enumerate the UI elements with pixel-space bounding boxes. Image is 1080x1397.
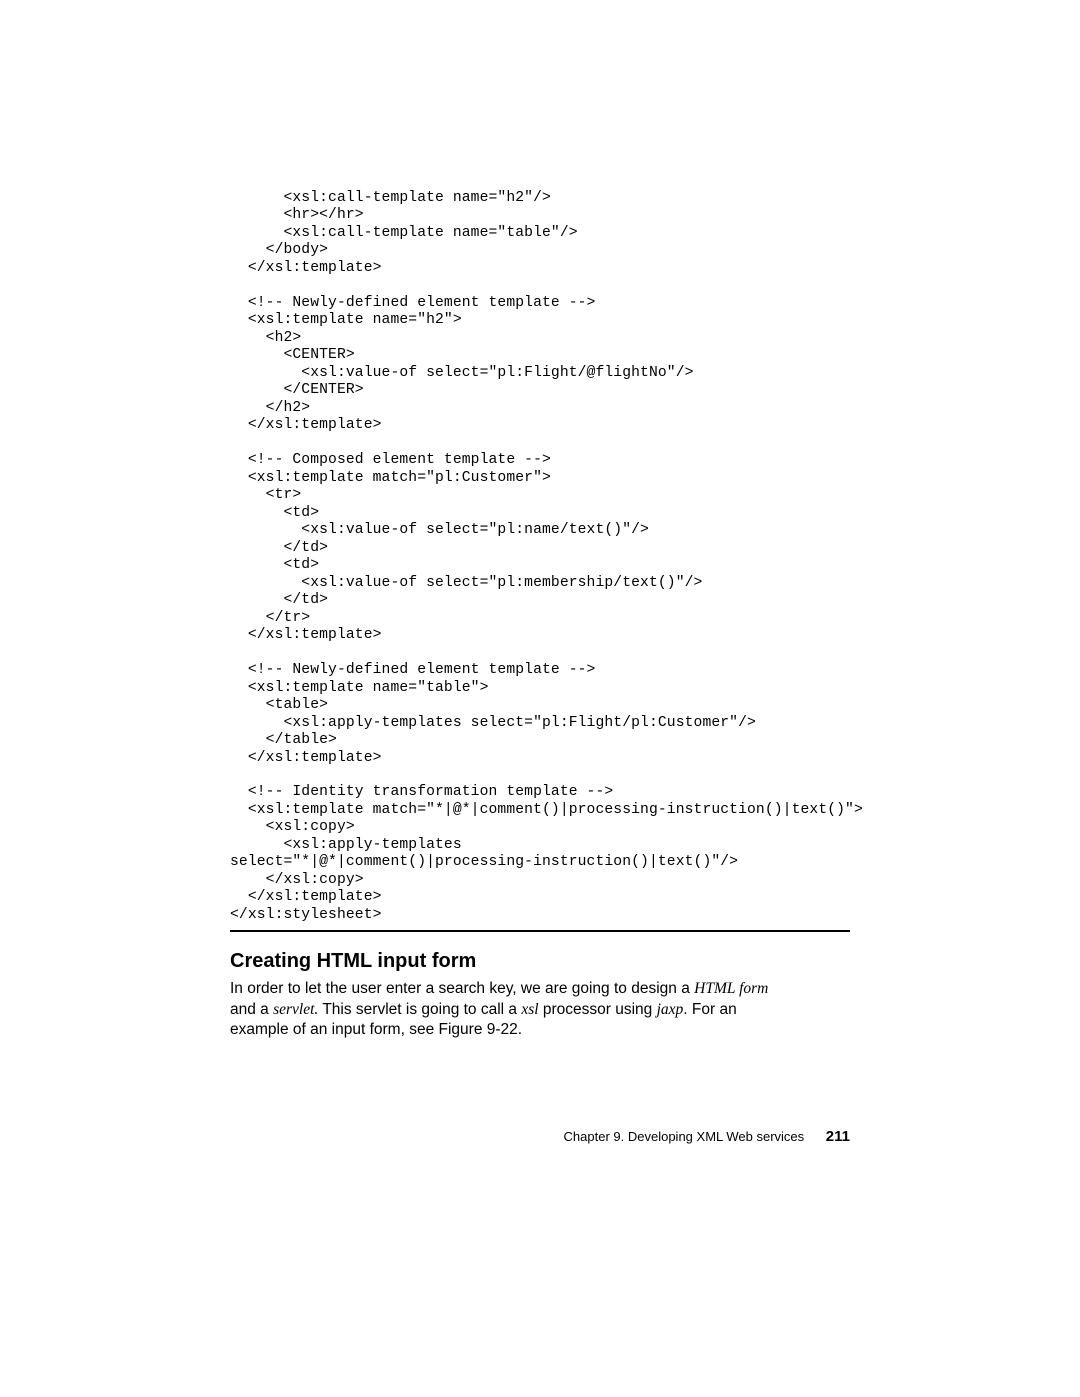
- text-run: processor using: [539, 1001, 657, 1018]
- italic-term-xsl: xsl: [521, 1001, 538, 1018]
- text-run: In order to let the user enter a search …: [230, 980, 694, 997]
- content-area: <xsl:call-template name="h2"/> <hr></hr>…: [230, 190, 850, 1041]
- text-run: example of an input form, see Figure 9-2…: [230, 1021, 522, 1038]
- section-heading: Creating HTML input form: [230, 950, 850, 973]
- italic-term-html-form: HTML form: [694, 980, 768, 997]
- italic-term-servlet: servlet.: [273, 1001, 318, 1018]
- italic-term-jaxp: jaxp: [657, 1001, 684, 1018]
- text-run: This servlet is going to call a: [318, 1001, 521, 1018]
- text-run: and a: [230, 1001, 273, 1018]
- body-paragraph: In order to let the user enter a search …: [230, 979, 850, 1040]
- page-footer: Chapter 9. Developing XML Web services 2…: [230, 1128, 850, 1145]
- footer-page-number: 211: [826, 1128, 850, 1145]
- code-block: <xsl:call-template name="h2"/> <hr></hr>…: [230, 190, 850, 924]
- horizontal-rule: [230, 930, 850, 932]
- page: { "code": { "lines": [ " <xsl:call-templ…: [0, 0, 1080, 1397]
- text-run: . For an: [683, 1001, 736, 1018]
- footer-chapter: Chapter 9. Developing XML Web services: [564, 1129, 805, 1144]
